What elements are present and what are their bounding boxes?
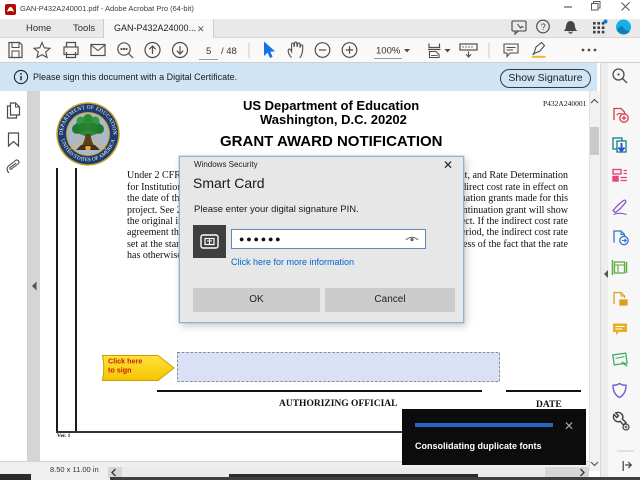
svg-text:/ 48: / 48 [221, 46, 237, 57]
svg-text:Click here: Click here [108, 357, 142, 366]
svg-text:5: 5 [206, 46, 211, 57]
svg-text:to sign: to sign [108, 366, 132, 375]
svg-text:?: ? [541, 22, 546, 32]
svg-text:100%: 100% [376, 46, 401, 57]
